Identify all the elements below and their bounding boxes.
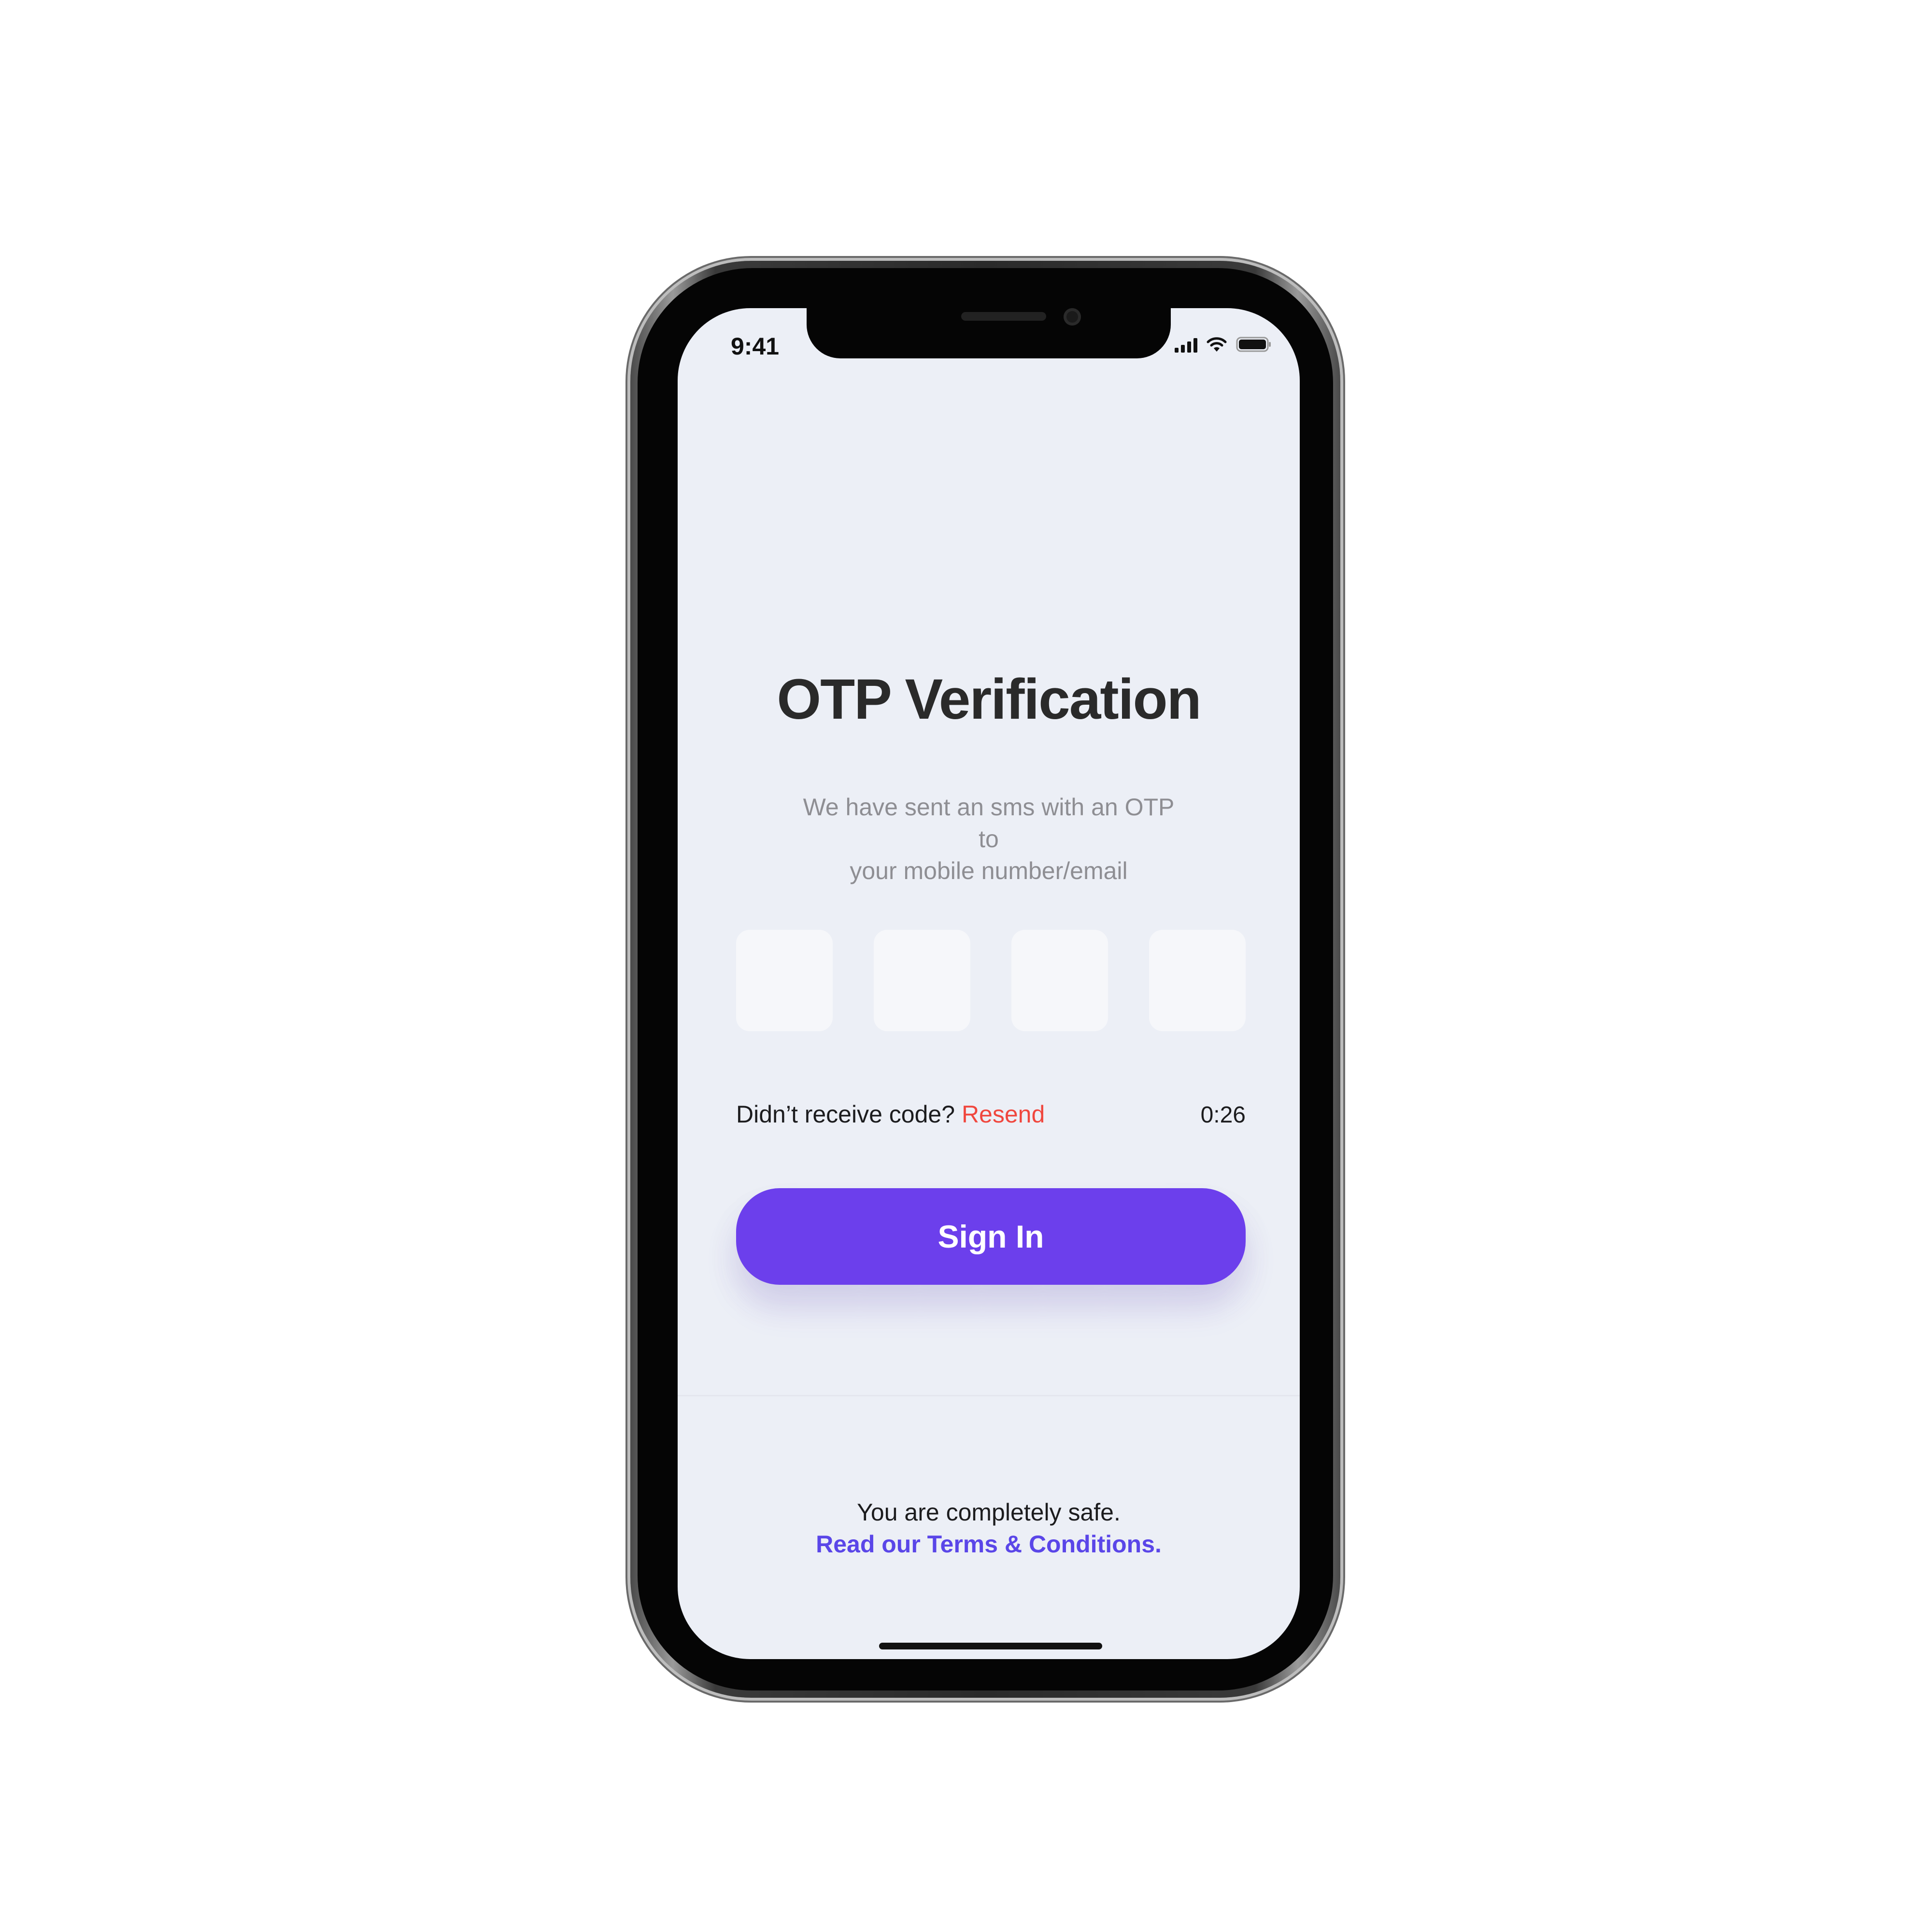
status-icons: [1175, 336, 1272, 353]
home-indicator[interactable]: [879, 1643, 1102, 1649]
safety-note: You are completely safe.: [857, 1499, 1121, 1526]
wifi-icon: [1206, 337, 1227, 353]
notch: [807, 308, 1171, 358]
canvas: 9:41 OTP Verification We have sent an sm…: [0, 0, 1932, 1932]
resend-prompt-text: Didn’t receive code?: [736, 1101, 955, 1128]
otp-digit-1[interactable]: [736, 930, 833, 1031]
footer: You are completely safe. Read our Terms …: [678, 1496, 1300, 1560]
otp-digit-2[interactable]: [874, 930, 970, 1031]
phone-screen: 9:41 OTP Verification We have sent an sm…: [678, 308, 1300, 1659]
resend-prompt: Didn’t receive code? Resend: [736, 1100, 1045, 1128]
resend-row: Didn’t receive code? Resend 0:26: [736, 1100, 1246, 1128]
otp-input-group: [736, 930, 1246, 1031]
front-camera: [1064, 308, 1081, 326]
otp-instructions: We have sent an sms with an OTP to your …: [796, 791, 1182, 887]
sign-in-button[interactable]: Sign In: [736, 1188, 1246, 1285]
subtitle-line-1: We have sent an sms with an OTP to: [803, 794, 1175, 852]
section-divider: [678, 1395, 1300, 1396]
page-title: OTP Verification: [777, 668, 1201, 731]
otp-digit-4[interactable]: [1149, 930, 1246, 1031]
cellular-signal-icon: [1175, 337, 1197, 353]
speaker-grille: [961, 312, 1046, 321]
terms-link[interactable]: Read our Terms & Conditions.: [678, 1528, 1300, 1560]
countdown-timer: 0:26: [1200, 1102, 1246, 1128]
battery-icon: [1236, 336, 1272, 353]
subtitle-line-2: your mobile number/email: [850, 857, 1128, 884]
otp-digit-3[interactable]: [1011, 930, 1108, 1031]
status-time: 9:41: [731, 333, 780, 360]
resend-link[interactable]: Resend: [962, 1101, 1045, 1128]
